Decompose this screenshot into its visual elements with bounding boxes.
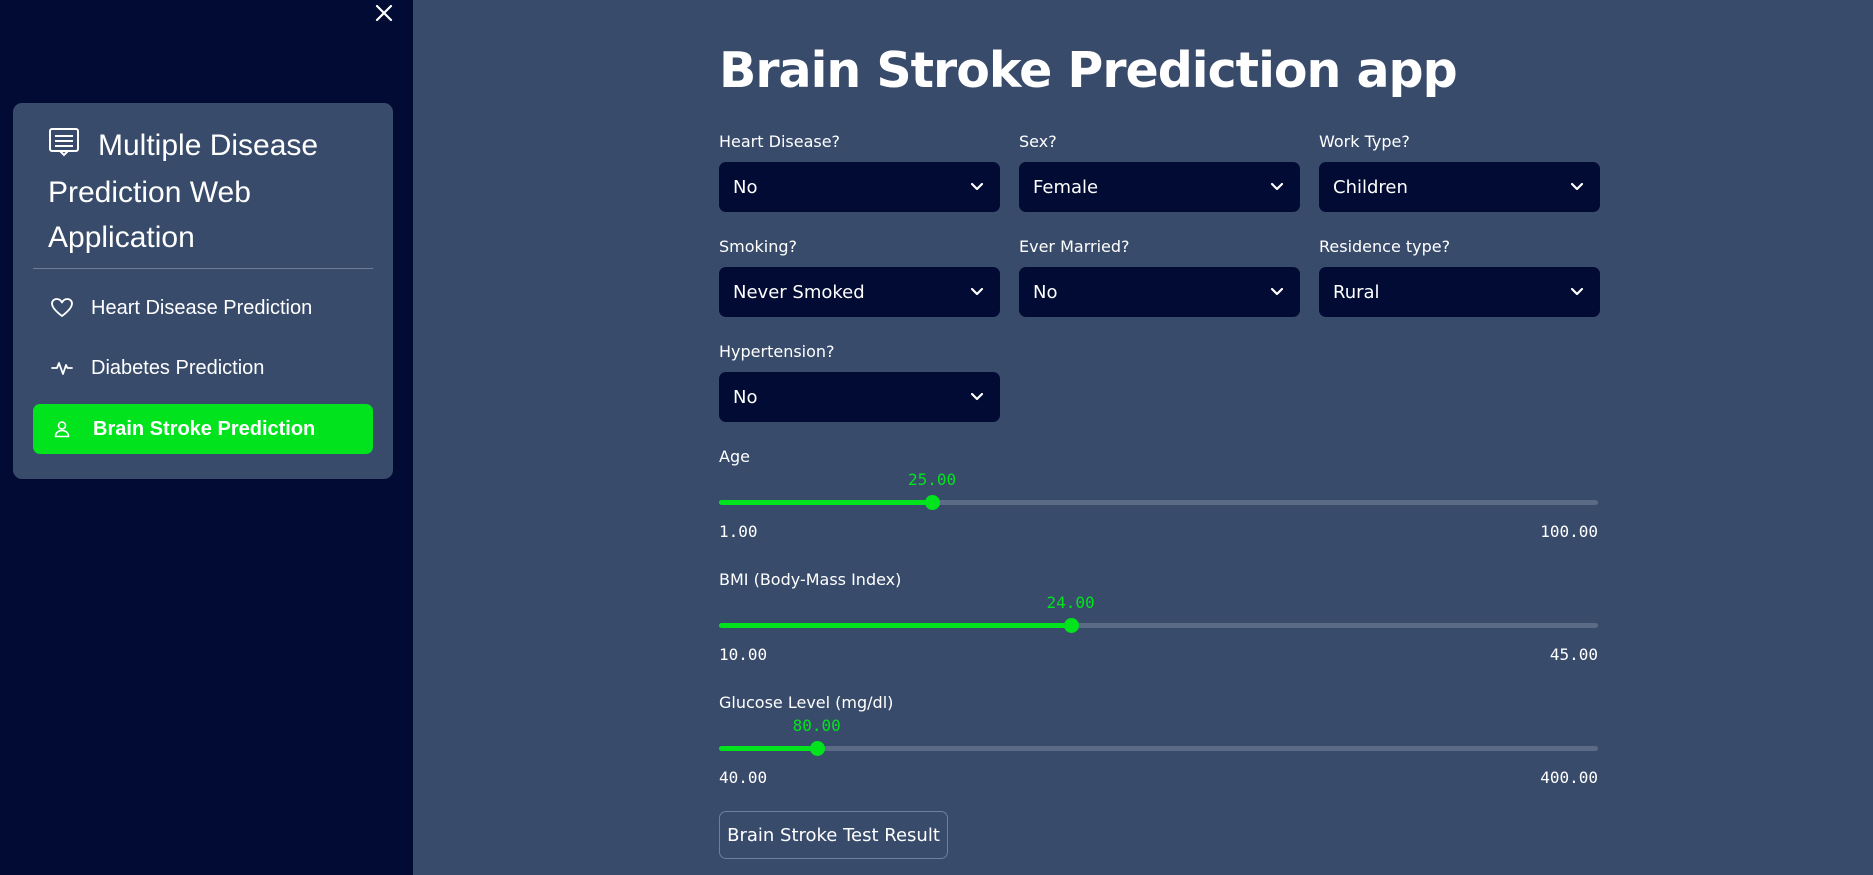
ever-married-label: Ever Married?	[1019, 237, 1130, 256]
sidebar: Multiple Disease Prediction Web Applicat…	[0, 0, 413, 875]
page-title: Brain Stroke Prediction app	[719, 42, 1458, 99]
select-value: No	[733, 176, 758, 198]
glucose-min: 40.00	[719, 768, 768, 787]
residence-type-select[interactable]: Rural	[1319, 267, 1600, 317]
chevron-down-icon	[970, 182, 984, 191]
select-value: No	[1033, 281, 1058, 303]
chevron-down-icon	[1570, 182, 1584, 191]
age-min: 1.00	[719, 522, 758, 541]
menu-item-label: Diabetes Prediction	[91, 356, 265, 379]
menu-item-label: Heart Disease Prediction	[91, 296, 313, 319]
bmi-slider[interactable]: 24.00	[719, 593, 1598, 633]
heart-disease-label: Heart Disease?	[719, 132, 841, 151]
activity-icon	[51, 359, 77, 377]
hypertension-label: Hypertension?	[719, 342, 835, 361]
menu-divider	[33, 268, 373, 269]
slider-thumb[interactable]	[1063, 618, 1079, 633]
smoking-select[interactable]: Never Smoked	[719, 267, 1000, 317]
slider-value: 80.00	[792, 716, 841, 735]
select-value: Female	[1033, 176, 1099, 198]
sex-label: Sex?	[1019, 132, 1057, 151]
bmi-max: 45.00	[1549, 645, 1598, 664]
close-sidebar-button[interactable]	[370, 0, 398, 26]
option-menu: Multiple Disease Prediction Web Applicat…	[13, 103, 393, 479]
smoking-label: Smoking?	[719, 237, 798, 256]
slider-thumb[interactable]	[925, 495, 941, 510]
menu-item-heart-disease[interactable]: Heart Disease Prediction	[33, 283, 373, 333]
menu-item-diabetes[interactable]: Diabetes Prediction	[33, 343, 373, 393]
heart-icon	[51, 298, 77, 318]
glucose-label: Glucose Level (mg/dl)	[719, 693, 894, 712]
slider-thumb[interactable]	[809, 741, 825, 756]
chevron-down-icon	[1270, 287, 1284, 296]
main-content: Brain Stroke Prediction app Heart Diseas…	[413, 0, 1873, 875]
select-value: Rural	[1333, 281, 1380, 303]
residence-type-label: Residence type?	[1319, 237, 1451, 256]
chevron-down-icon	[1270, 182, 1284, 191]
ever-married-select[interactable]: No	[1019, 267, 1300, 317]
glucose-max: 400.00	[1540, 768, 1598, 787]
work-type-select[interactable]: Children	[1319, 162, 1600, 212]
chevron-down-icon	[1570, 287, 1584, 296]
glucose-slider[interactable]: 80.00	[719, 716, 1598, 756]
hypertension-select[interactable]: No	[719, 372, 1000, 422]
slider-value: 24.00	[1046, 593, 1095, 612]
select-value: Never Smoked	[733, 281, 865, 303]
chevron-down-icon	[970, 287, 984, 296]
age-max: 100.00	[1540, 522, 1598, 541]
heart-disease-select[interactable]: No	[719, 162, 1000, 212]
list-icon	[48, 125, 80, 170]
bmi-label: BMI (Body-Mass Index)	[719, 570, 902, 589]
slider-value: 25.00	[907, 470, 957, 489]
brain-stroke-test-result-button[interactable]: Brain Stroke Test Result	[719, 811, 948, 859]
menu-item-brain-stroke[interactable]: Brain Stroke Prediction	[33, 404, 373, 454]
slider-fill	[719, 500, 933, 505]
slider-fill	[719, 623, 1071, 628]
menu-item-label: Brain Stroke Prediction	[93, 417, 316, 440]
select-value: No	[733, 386, 758, 408]
chevron-down-icon	[970, 392, 984, 401]
menu-title: Multiple Disease Prediction Web Applicat…	[48, 123, 368, 260]
select-value: Children	[1333, 176, 1408, 198]
age-slider[interactable]: 25.00	[719, 470, 1598, 510]
menu-title-text: Multiple Disease Prediction Web Applicat…	[48, 129, 319, 254]
person-icon	[53, 420, 79, 438]
slider-fill	[719, 746, 817, 751]
bmi-min: 10.00	[719, 645, 768, 664]
sex-select[interactable]: Female	[1019, 162, 1300, 212]
work-type-label: Work Type?	[1319, 132, 1410, 151]
age-label: Age	[719, 447, 750, 466]
close-icon	[375, 4, 393, 22]
